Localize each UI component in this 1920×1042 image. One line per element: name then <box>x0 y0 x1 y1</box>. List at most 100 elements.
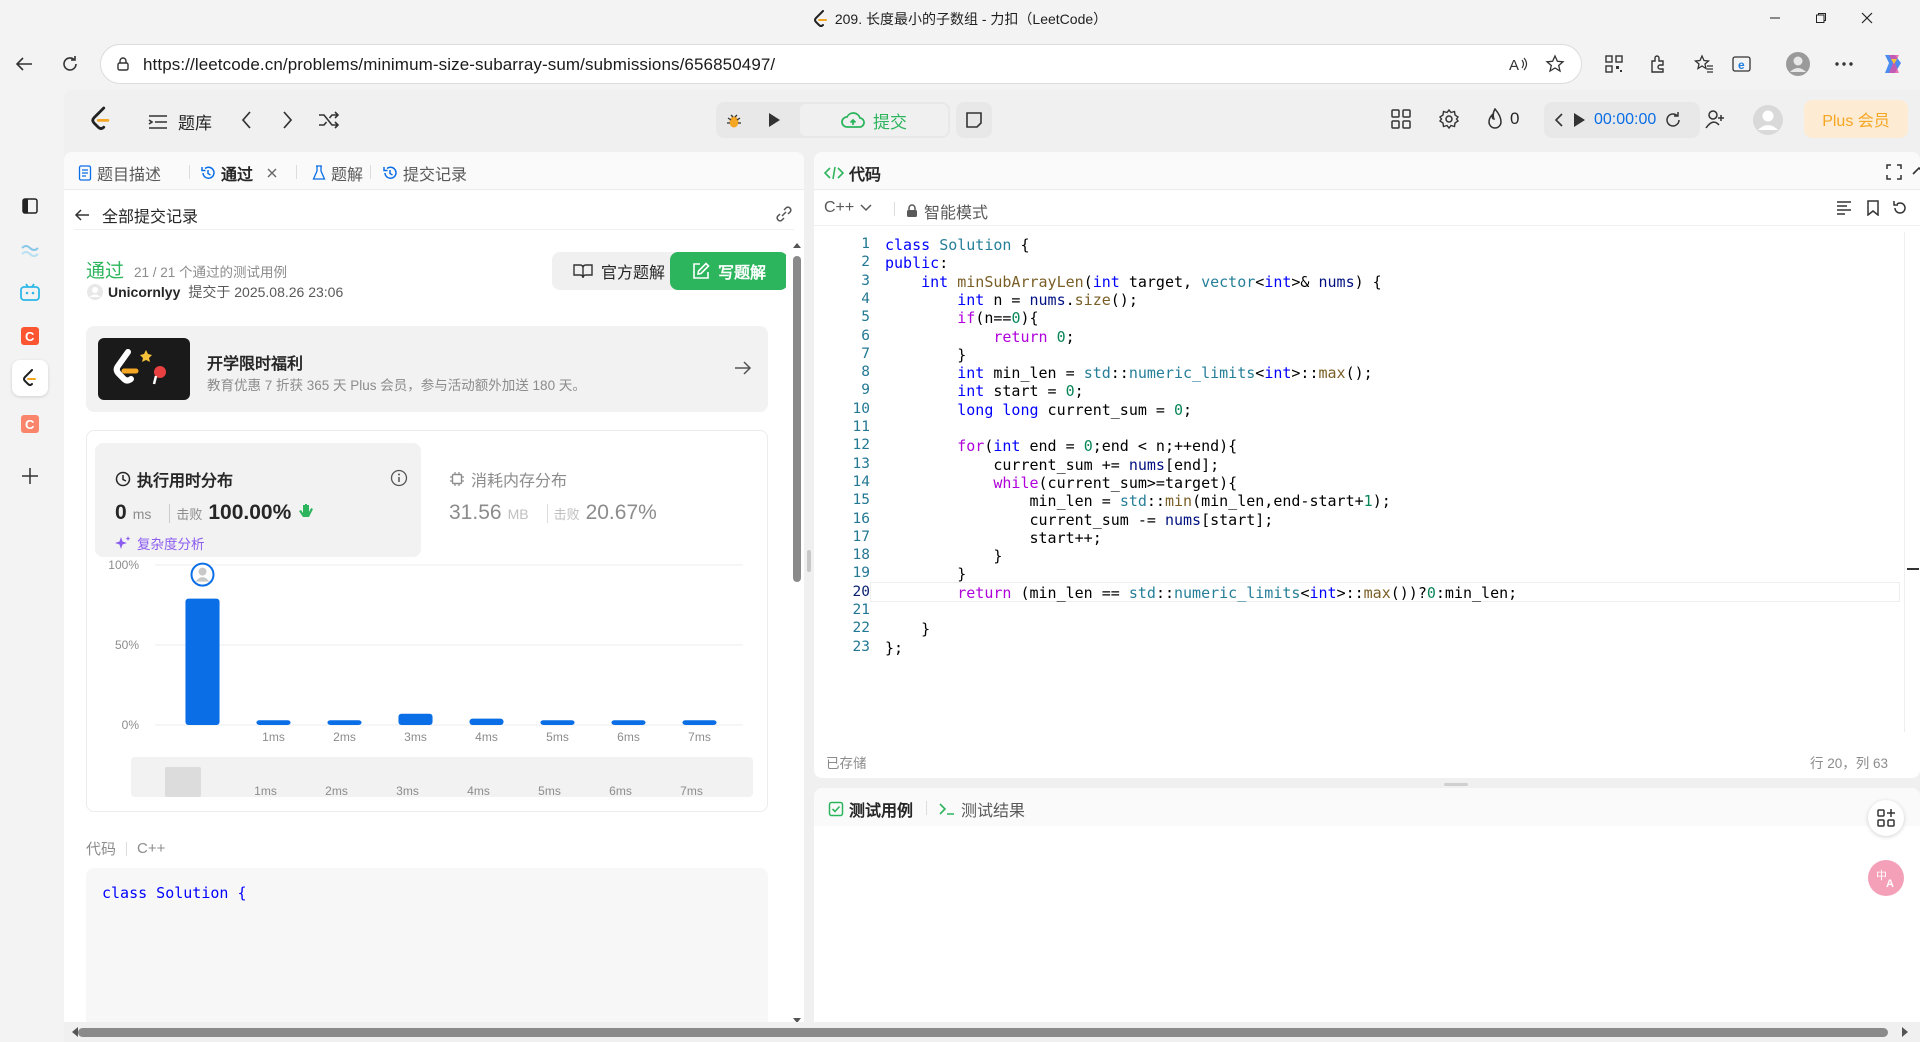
bilibili-icon[interactable] <box>12 274 48 310</box>
translate-icon[interactable]: 中A <box>1868 860 1904 896</box>
minimize-button[interactable] <box>1752 0 1798 36</box>
runtime-distribution-chart[interactable]: 100% 50% 0% 1ms 2ms 3ms 4ms 5ms 6ms 7ms 1ms 2ms 3ms 4… <box>87 559 767 811</box>
arrow-right-icon[interactable] <box>734 360 752 376</box>
favorites-icon[interactable] <box>1688 48 1720 80</box>
extensions-icon[interactable] <box>1642 48 1674 80</box>
code-line[interactable]: for(int end = 0;end < n;++end){ <box>885 437 1237 455</box>
code-line[interactable]: class Solution { <box>885 236 1030 254</box>
panel-resize-handle[interactable] <box>807 550 811 572</box>
code-line[interactable]: int minSubArrayLen(int target, vector<in… <box>885 273 1382 291</box>
tab-code[interactable]: 代码 <box>824 161 881 185</box>
memory-box[interactable]: 消耗内存分布 31.56 MB 击败 20.67% <box>429 443 759 557</box>
debug-icon[interactable] <box>718 104 750 136</box>
tab-solutions[interactable]: 题解 <box>312 161 363 185</box>
collapse-chevron-icon[interactable] <box>1912 165 1920 177</box>
code-line[interactable]: } <box>885 346 966 364</box>
info-icon[interactable] <box>390 469 408 487</box>
more-options-icon[interactable] <box>1828 48 1860 80</box>
code-line[interactable]: } <box>885 620 930 638</box>
ie-mode-icon[interactable]: e <box>1726 48 1758 80</box>
sidebar-app-icon[interactable] <box>12 232 48 268</box>
code-line[interactable]: current_sum += nums[end]; <box>885 456 1219 474</box>
code-line[interactable]: }; <box>885 639 903 657</box>
qr-code-icon[interactable] <box>1598 48 1630 80</box>
left-panel-scrollbar[interactable] <box>790 232 804 1034</box>
refresh-icon[interactable] <box>54 48 86 80</box>
promo-title[interactable]: 开学限时福利 <box>207 350 303 374</box>
plus-membership-button[interactable]: Plus 会员 <box>1804 100 1908 138</box>
share-link-icon[interactable] <box>774 204 794 224</box>
format-code-icon[interactable] <box>1836 200 1852 216</box>
flask-icon <box>312 165 326 180</box>
close-window-button[interactable] <box>1844 0 1890 36</box>
code-line[interactable]: return (min_len == std::numeric_limits<i… <box>885 584 1517 602</box>
back-to-submissions[interactable]: 全部提交记录 <box>74 200 794 230</box>
smart-mode-toggle[interactable]: 智能模式 <box>906 199 988 223</box>
leetcode-sidebar-icon[interactable] <box>12 360 48 396</box>
run-play-icon[interactable] <box>754 104 794 136</box>
lock-icon <box>907 204 917 217</box>
notes-icon[interactable] <box>956 102 992 138</box>
code-brackets-icon <box>824 166 844 180</box>
back-arrow-icon[interactable] <box>8 48 40 80</box>
layout-icon[interactable] <box>1390 108 1412 130</box>
code-line[interactable]: min_len = std::min(min_len,end-start+1); <box>885 492 1390 510</box>
promo-banner[interactable]: 开学限时福利 教育优惠 7 折获 365 天 Plus 会员，参与活动额外加送 … <box>86 326 768 412</box>
tab-description[interactable]: 题目描述 <box>78 161 161 185</box>
code-area[interactable]: 1 class Solution {2 public: 3 int minSubArr… <box>814 232 1904 732</box>
scrollbar-thumb[interactable] <box>793 256 801 582</box>
next-problem-icon[interactable] <box>282 110 294 130</box>
code-line[interactable]: current_sum -= nums[start]; <box>885 511 1273 529</box>
code-line[interactable]: return 0; <box>885 328 1074 346</box>
copilot-icon[interactable] <box>1876 48 1908 80</box>
add-friend-icon[interactable] <box>1704 108 1726 130</box>
flame-icon <box>1488 108 1502 129</box>
bookmark-icon[interactable] <box>1866 200 1880 216</box>
read-aloud-icon[interactable]: A <box>1509 55 1529 73</box>
editor-scrollbar[interactable] <box>1904 232 1920 732</box>
code-line[interactable]: } <box>885 565 966 583</box>
profile-avatar[interactable] <box>1782 48 1814 80</box>
csdn-icon-2[interactable]: C <box>12 406 48 442</box>
code-line[interactable]: long long current_sum = 0; <box>885 401 1192 419</box>
h-scrollbar-thumb[interactable] <box>78 1028 1888 1037</box>
page-horizontal-scrollbar[interactable] <box>64 1022 1920 1042</box>
tab-actions-icon[interactable] <box>12 188 48 224</box>
code-line[interactable]: } <box>885 547 1002 565</box>
tab-submissions[interactable]: 提交记录 <box>382 161 467 185</box>
add-icon[interactable] <box>12 458 48 494</box>
problem-list-button[interactable]: 题库 <box>148 109 212 134</box>
streak-counter[interactable]: 0 <box>1486 108 1519 130</box>
address-bar[interactable]: https://leetcode.cn/problems/minimum-siz… <box>100 44 1582 84</box>
code-line[interactable]: int min_len = std::numeric_limits<int>::… <box>885 364 1372 382</box>
tab-test-result[interactable]: 测试结果 <box>938 797 1025 821</box>
code-line[interactable]: int n = nums.size(); <box>885 291 1138 309</box>
restore-button[interactable] <box>1798 0 1844 36</box>
reset-timer-icon <box>1666 112 1681 127</box>
url-text[interactable]: https://leetcode.cn/problems/minimum-siz… <box>143 55 775 75</box>
code-line[interactable]: int start = 0; <box>885 382 1083 400</box>
complexity-analysis-link[interactable]: 复杂度分析 <box>115 533 205 553</box>
code-line[interactable]: public: <box>885 254 948 272</box>
reset-code-icon[interactable] <box>1892 200 1908 216</box>
fullscreen-icon[interactable] <box>1886 164 1902 180</box>
write-solution-button[interactable]: 写题解 <box>670 252 786 290</box>
tab-accepted[interactable]: 通过 <box>200 161 278 185</box>
favorite-star-icon[interactable] <box>1545 54 1565 74</box>
csdn-icon[interactable]: C <box>12 318 48 354</box>
horizontal-resize-handle[interactable] <box>1444 783 1468 786</box>
runtime-box[interactable]: 执行用时分布 0 ms 击败 100.00% 复杂度分析 <box>95 443 421 557</box>
official-solution-button[interactable]: 官方题解 <box>552 252 686 290</box>
code-line[interactable]: if(n==0){ <box>885 309 1038 327</box>
code-line[interactable]: start++; <box>885 529 1101 547</box>
user-avatar[interactable] <box>1752 104 1784 136</box>
floating-apps-icon[interactable] <box>1868 800 1904 836</box>
tab-test-cases[interactable]: 测试用例 <box>828 797 913 821</box>
shuffle-icon[interactable] <box>318 110 340 130</box>
prev-problem-icon[interactable] <box>240 110 252 130</box>
language-select[interactable]: C++ <box>824 199 872 217</box>
leetcode-logo-icon[interactable] <box>90 106 112 132</box>
settings-gear-icon[interactable] <box>1438 108 1460 130</box>
submit-button[interactable]: 提交 <box>800 104 948 136</box>
code-line[interactable]: while(current_sum>=target){ <box>885 474 1237 492</box>
